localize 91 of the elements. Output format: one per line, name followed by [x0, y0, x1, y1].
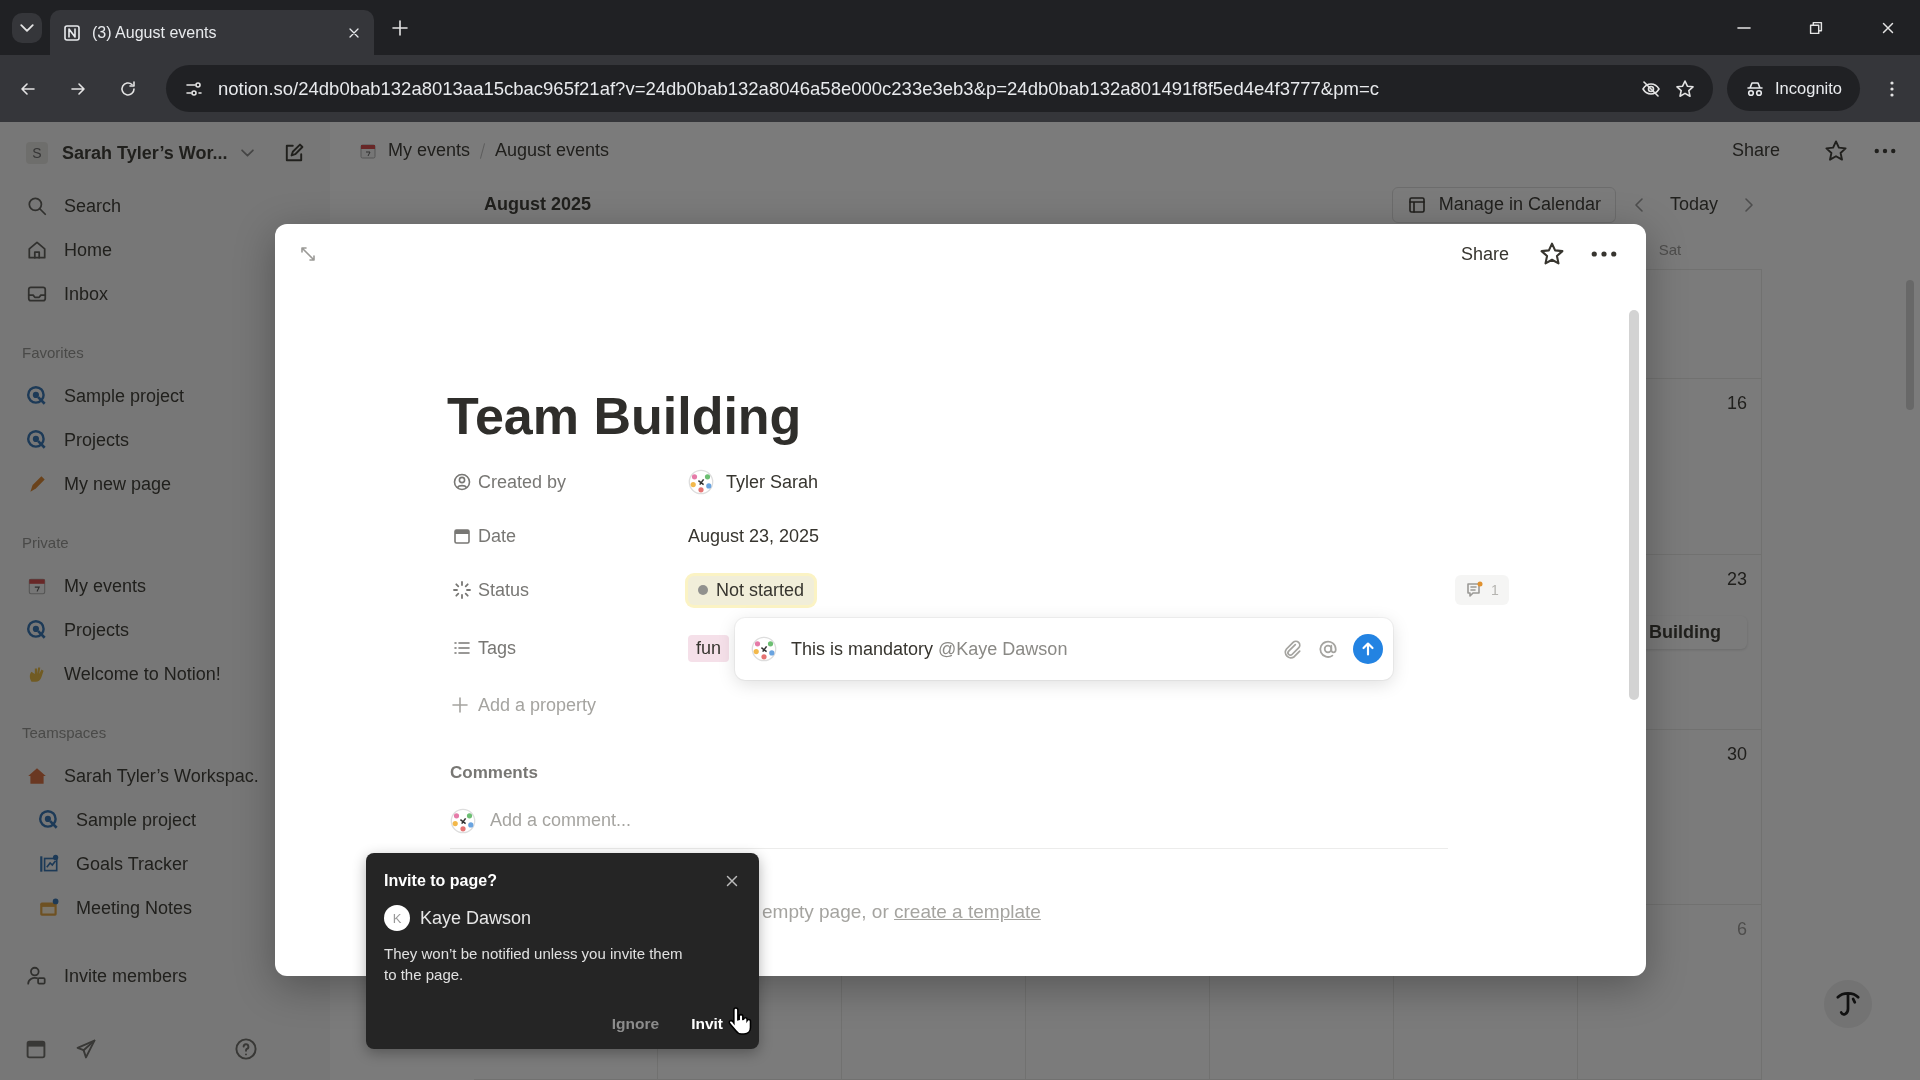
manage-calendar-button[interactable]: Manage in Calendar [1391, 186, 1616, 223]
target-icon [38, 809, 60, 831]
sidebar-item[interactable]: Sample project [0, 798, 330, 842]
sidebar-item[interactable]: Welcome to Notion! [0, 652, 330, 696]
expand-icon[interactable] [298, 244, 318, 264]
person-icon [452, 472, 472, 492]
workspace-name[interactable]: Sarah Tyler’s Wor... [62, 142, 228, 164]
tab-title: (3) August events [92, 23, 218, 42]
page-title: Team Building [447, 386, 803, 447]
person-add-icon [26, 965, 48, 987]
chevron-down-icon[interactable] [241, 149, 255, 157]
date-value[interactable]: August 23, 2025 [688, 525, 820, 547]
status-tag[interactable]: Not started [688, 575, 815, 605]
loading-icon [452, 580, 472, 600]
calendar-icon [1406, 194, 1427, 215]
property-label[interactable]: Status [450, 579, 688, 601]
sidebar-item[interactable]: Inbox [0, 272, 330, 316]
breadcrumb-link[interactable]: August events [495, 140, 610, 162]
calendar-icon [452, 526, 472, 546]
share-button[interactable]: Share [1731, 140, 1780, 162]
avatar-icon [450, 807, 476, 834]
workspace-avatar: S [26, 142, 48, 164]
sidebar-item[interactable]: Search [0, 184, 330, 228]
at-sign-icon[interactable] [1317, 638, 1339, 660]
hand-cursor-icon [728, 1005, 754, 1037]
notion-logo-icon [62, 22, 82, 43]
hint-text: empty page, or create a template [762, 901, 1041, 922]
sidebar-item[interactable]: Home [0, 228, 330, 272]
sidebar-item[interactable]: Sample project [0, 374, 330, 418]
reload-icon [118, 78, 138, 99]
template-link[interactable]: create a template [894, 901, 1041, 922]
browser-tab[interactable]: (3) August events [50, 10, 374, 55]
person-value[interactable]: Tyler Sarah [688, 469, 819, 495]
chevron-down-icon [20, 23, 34, 32]
calendar-title: August 2025 [484, 194, 592, 216]
scrollbar-thumb[interactable] [1629, 310, 1639, 700]
comments-heading: Comments [450, 762, 539, 784]
sidebar-item[interactable]: Projects [0, 608, 330, 652]
calendar-icon [38, 897, 60, 919]
incognito-badge[interactable]: Incognito [1727, 66, 1860, 111]
sidebar-item[interactable]: Goals Tracker [0, 842, 330, 886]
address-bar[interactable]: notion.so/24db0bab132a8013aa15cbac965f21af?v=24db0bab132a8046a58e000c233e3eb3&p=24db0bab132a801491f8f5ed4e4f3777&pm=c [166, 65, 1714, 112]
breadcrumb-link[interactable]: My events [358, 140, 471, 162]
sidebar-item[interactable]: Projects [0, 418, 330, 462]
sidebar-item[interactable]: My new page [0, 462, 330, 506]
status-dot [698, 585, 708, 595]
comment-icon [1465, 580, 1485, 600]
add-property-button[interactable]: Add a property [450, 679, 630, 731]
star-icon[interactable] [1675, 78, 1696, 99]
target-icon [26, 385, 48, 407]
avatar-initial: K [384, 905, 410, 931]
share-button[interactable]: Share [1460, 243, 1509, 265]
popup-title: Invite to page? [384, 872, 497, 890]
day-number: 23 [1726, 569, 1747, 590]
eye-off-icon[interactable] [1641, 78, 1662, 99]
sidebar-item[interactable]: My events [0, 564, 330, 608]
send-button[interactable] [1353, 634, 1383, 664]
paper-plane-icon[interactable] [74, 1037, 98, 1061]
tab-search-button[interactable] [12, 12, 42, 43]
assistant-button[interactable] [1824, 980, 1872, 1028]
property-label[interactable]: Tags [450, 637, 688, 659]
menu-icon [1890, 79, 1894, 98]
day-number: 16 [1726, 393, 1747, 414]
avatar-icon [688, 469, 714, 495]
popup-message: They won’t be notified unless you invite them to the page. [384, 944, 684, 985]
plus-icon [450, 695, 470, 715]
ignore-button[interactable]: Ignore [611, 1015, 660, 1033]
comment-input[interactable]: This is mandatory @Kaye Dawson [791, 638, 1267, 660]
avatar-icon [751, 636, 777, 662]
star-icon[interactable] [1824, 138, 1848, 163]
target-icon [26, 619, 48, 641]
property-label[interactable]: Date [450, 525, 688, 547]
plus-icon [390, 17, 410, 38]
day-number: 30 [1726, 744, 1747, 765]
help-icon[interactable] [234, 1037, 258, 1061]
property-label[interactable]: Created by [450, 471, 688, 493]
chart-icon [38, 853, 60, 875]
sidebar-item[interactable]: Meeting Notes [0, 886, 330, 930]
search-icon [26, 195, 48, 217]
sidebar-item[interactable]: Invite members [0, 954, 330, 998]
invite-button[interactable]: Invit [691, 1015, 723, 1033]
minimize-icon [1736, 26, 1752, 29]
star-icon[interactable] [1539, 241, 1565, 267]
home-icon [26, 239, 48, 261]
today-button[interactable]: Today [1663, 193, 1724, 217]
sidebar-item[interactable]: Sarah Tyler’s Workspac. [0, 754, 330, 798]
url-text: notion.so/24db0bab132a8013aa15cbac965f21af?v=24db0bab132a8046a58e000c233e3eb3&p=24db0bab132a801491f8f5ed4e4f3777&pm=c [218, 77, 1379, 100]
tag[interactable]: fun [688, 634, 730, 662]
person-name: Kaye Dawson [420, 907, 532, 929]
target-icon [26, 429, 48, 451]
mention-link[interactable]: @Kaye Dawson [938, 638, 1068, 659]
